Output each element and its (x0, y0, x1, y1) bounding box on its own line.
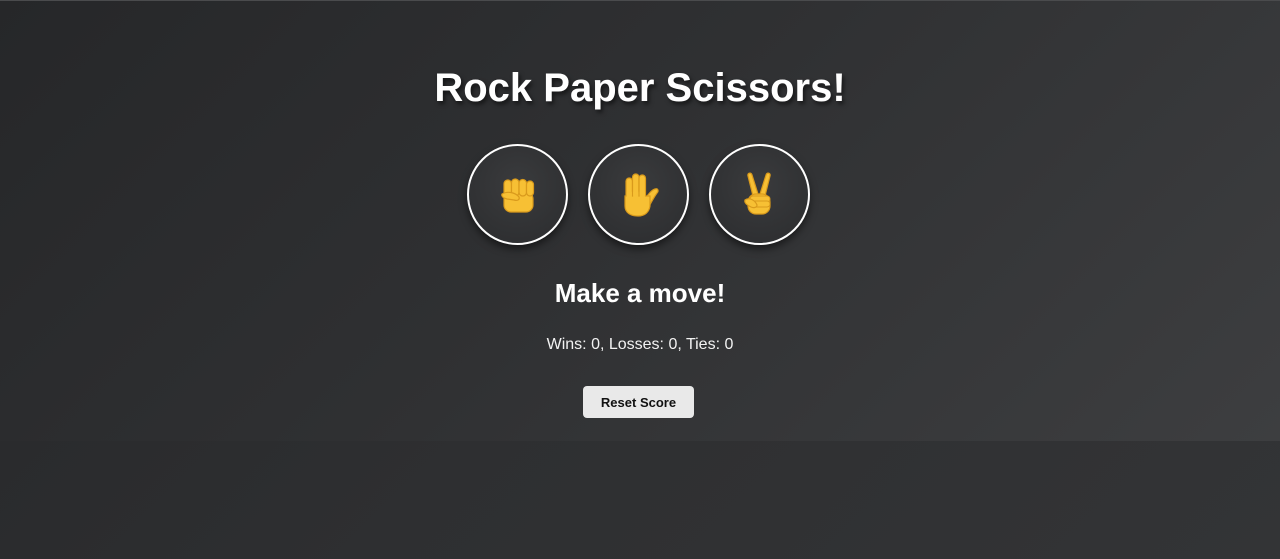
raised-hand-icon (623, 172, 659, 217)
paper-button[interactable] (588, 144, 689, 245)
game-panel: Rock Paper Scissors! Make a move! Wins: … (0, 1, 1280, 441)
scissors-button[interactable] (709, 144, 810, 245)
raised-fist-icon (500, 177, 534, 213)
victory-hand-icon (743, 172, 771, 215)
rock-button[interactable] (467, 144, 568, 245)
move-buttons (467, 144, 810, 245)
score-text: Wins: 0, Losses: 0, Ties: 0 (546, 336, 734, 353)
reset-score-button[interactable]: Reset Score (583, 386, 694, 418)
status-message: Make a move! (554, 278, 726, 308)
page-title: Rock Paper Scissors! (434, 66, 846, 110)
